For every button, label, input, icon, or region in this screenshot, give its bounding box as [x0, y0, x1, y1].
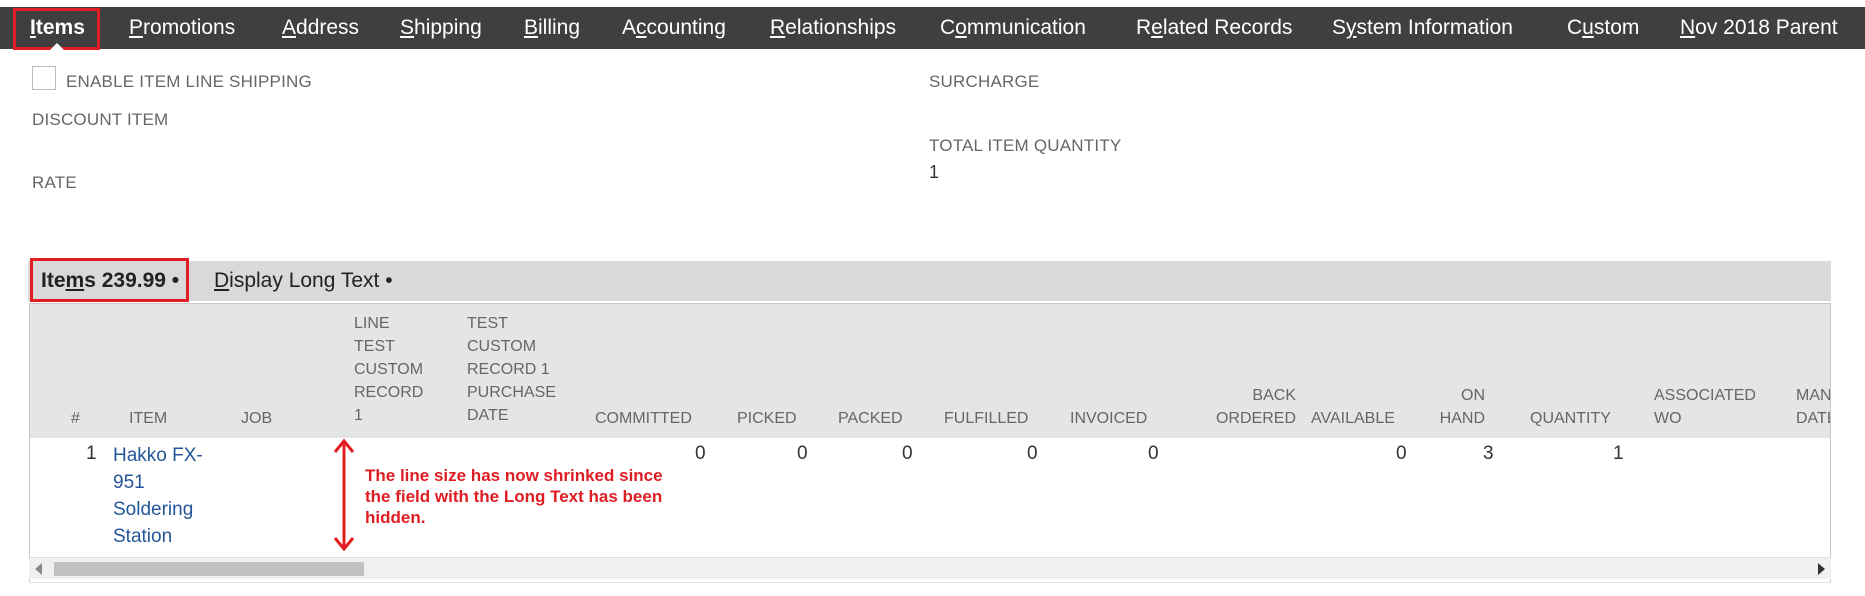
cell-picked: 0: [797, 443, 808, 464]
tab-system-information[interactable]: System Information: [1332, 7, 1513, 49]
total-item-quantity-value: 1: [929, 162, 940, 182]
tab-related-records-label: lated Records: [1162, 16, 1293, 39]
subtab-display-long-text-label: isplay Long Text •: [229, 269, 393, 292]
tab-shipping-label: hipping: [414, 16, 482, 39]
tab-custom[interactable]: Custom: [1567, 7, 1639, 49]
tab-relationships[interactable]: Relationships: [770, 7, 896, 49]
col-header-quantity[interactable]: QUANTITY: [1530, 407, 1611, 430]
col-header-packed[interactable]: PACKED: [838, 407, 903, 430]
tab-custom-accel: u: [1582, 16, 1594, 39]
active-tab-caret-icon: [50, 43, 64, 50]
col-header-line-test-custom-record[interactable]: LINE TEST CUSTOM RECORD 1: [354, 312, 423, 427]
surcharge-label: SURCHARGE: [929, 72, 1040, 91]
tab-accounting-pre: A: [622, 16, 637, 39]
tab-communication-accel: o: [955, 16, 967, 39]
col-header-available[interactable]: AVAILABLE: [1311, 407, 1395, 430]
cell-on-hand: 3: [1483, 443, 1494, 464]
discount-item-label: DISCOUNT ITEM: [32, 110, 169, 129]
col-header-number[interactable]: #: [71, 407, 80, 430]
scroll-left-arrow-icon[interactable]: [35, 563, 42, 575]
tab-nov-2018-parent[interactable]: Nov 2018 Parent: [1680, 7, 1838, 49]
col-header-job[interactable]: JOB: [241, 407, 272, 430]
col-header-back-ordered[interactable]: BACK ORDERED: [1190, 384, 1296, 430]
tab-billing-label: illing: [538, 16, 581, 39]
cell-quantity: 1: [1613, 443, 1624, 464]
subtab-display-long-text[interactable]: Display Long Text •: [214, 261, 393, 301]
enable-item-line-shipping-checkbox[interactable]: [32, 66, 56, 90]
tab-communication[interactable]: Communication: [940, 7, 1086, 49]
enable-item-line-shipping-label: ENABLE ITEM LINE SHIPPING: [66, 72, 312, 91]
tab-related-records[interactable]: Related Records: [1136, 7, 1292, 49]
double-arrow-icon: [333, 438, 355, 552]
tab-accounting-accel: c: [636, 16, 647, 39]
tab-billing[interactable]: Billing: [524, 7, 580, 49]
top-tab-bar: Items Promotions Address Shipping Billin…: [0, 7, 1865, 50]
tab-system-information-pre: S: [1332, 16, 1347, 39]
cell-invoiced: 0: [1148, 443, 1159, 464]
tab-shipping-accel: S: [400, 16, 415, 39]
tab-communication-label: mmunication: [966, 16, 1086, 39]
cell-committed: 0: [695, 443, 706, 464]
tab-billing-accel: B: [524, 16, 539, 39]
tab-address-label: ddress: [296, 16, 360, 39]
tab-accounting[interactable]: Accounting: [622, 7, 726, 49]
grid-header: # ITEM JOB LINE TEST CUSTOM RECORD 1 TES…: [30, 304, 1830, 438]
scrollbar-thumb[interactable]: [54, 562, 364, 576]
tab-related-records-accel: e: [1151, 16, 1163, 39]
cell-number: 1: [86, 443, 97, 464]
cell-packed: 0: [902, 443, 913, 464]
tab-communication-pre: C: [940, 16, 956, 39]
horizontal-scrollbar[interactable]: [29, 557, 1831, 579]
col-header-on-hand[interactable]: ON HAND: [1430, 384, 1485, 430]
tab-relationships-accel: R: [770, 16, 786, 39]
tab-relationships-label: elationships: [785, 16, 897, 39]
tab-custom-label: stom: [1593, 16, 1640, 39]
cell-fulfilled: 0: [1027, 443, 1038, 464]
tab-promotions-label: romotions: [143, 16, 236, 39]
active-subtab-highlight: [30, 258, 189, 302]
tab-system-information-accel: y: [1346, 16, 1357, 39]
col-header-fulfilled[interactable]: FULFILLED: [944, 407, 1028, 430]
col-header-associated-wo[interactable]: ASSOCIATED WO: [1654, 384, 1756, 430]
col-header-test-custom-record-purchase-date[interactable]: TEST CUSTOM RECORD 1 PURCHASE DATE: [467, 312, 556, 427]
tab-promotions[interactable]: Promotions: [129, 7, 235, 49]
tab-nov-2018-parent-label: ov 2018 Parent: [1695, 16, 1838, 39]
total-item-quantity-label: TOTAL ITEM QUANTITY: [929, 136, 1122, 155]
subtab-display-long-text-accel: D: [214, 269, 230, 292]
divider: [29, 582, 1831, 583]
tab-shipping[interactable]: Shipping: [400, 7, 482, 49]
scroll-right-arrow-icon[interactable]: [1818, 563, 1825, 575]
tab-accounting-label: counting: [646, 16, 726, 39]
annotation-note: The line size has now shrinked since the…: [365, 466, 663, 527]
tab-address-accel: A: [282, 16, 297, 39]
tab-nov-2018-parent-accel: N: [1680, 16, 1696, 39]
col-header-man-date[interactable]: MAN DATE: [1796, 384, 1830, 430]
cell-available: 0: [1396, 443, 1407, 464]
tab-promotions-accel: P: [129, 16, 144, 39]
col-header-item[interactable]: ITEM: [129, 407, 167, 430]
tab-related-records-pre: R: [1136, 16, 1152, 39]
tab-custom-pre: C: [1567, 16, 1583, 39]
subtab-bar: Items 239.99 • Display Long Text •: [28, 261, 1831, 301]
tab-system-information-label: stem Information: [1356, 16, 1513, 39]
col-header-committed[interactable]: COMMITTED: [595, 407, 692, 430]
col-header-invoiced[interactable]: INVOICED: [1070, 407, 1147, 430]
col-header-picked[interactable]: PICKED: [737, 407, 797, 430]
cell-item-link[interactable]: Hakko FX- 951 Soldering Station: [113, 442, 203, 550]
items-grid: # ITEM JOB LINE TEST CUSTOM RECORD 1 TES…: [29, 303, 1831, 583]
rate-label: RATE: [32, 173, 77, 192]
tab-address[interactable]: Address: [282, 7, 359, 49]
